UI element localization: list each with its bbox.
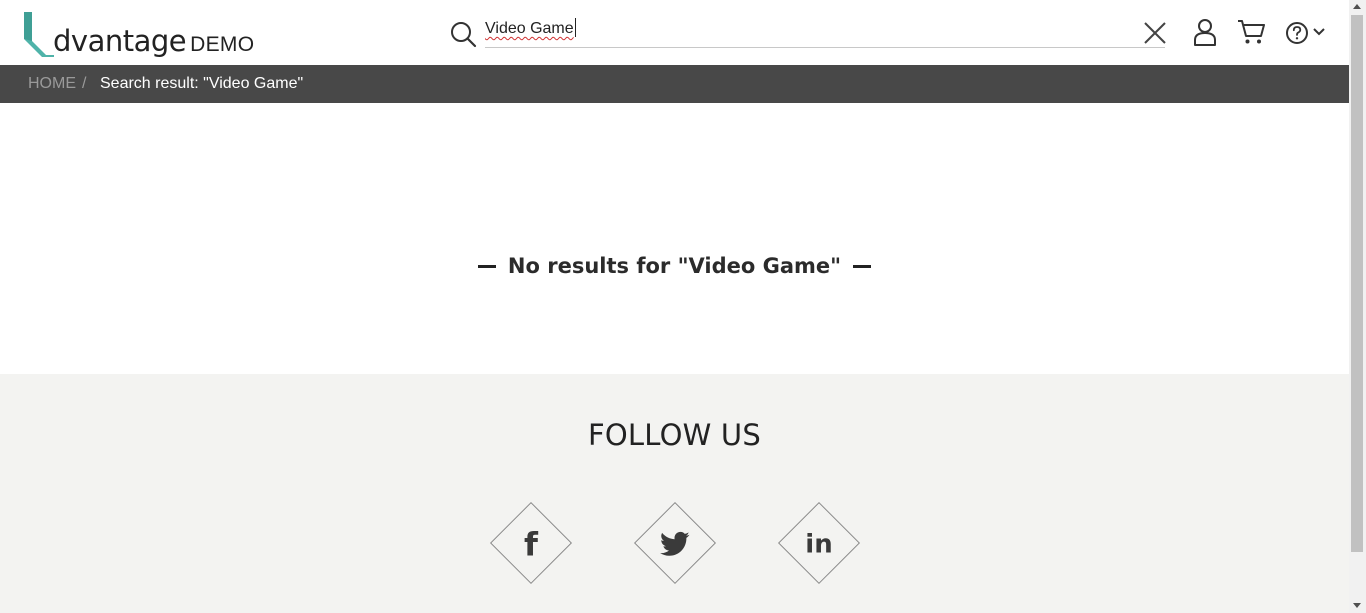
follow-us-title: FOLLOW US	[588, 418, 761, 452]
search-input[interactable]: Video Game	[485, 14, 1165, 48]
breadcrumb-home-link[interactable]: HOME	[28, 75, 76, 93]
close-icon[interactable]	[1143, 21, 1167, 45]
search-input-text[interactable]: Video Game	[485, 18, 1125, 42]
scroll-up-arrow-icon[interactable]	[1353, 4, 1361, 9]
right-dash	[853, 264, 872, 268]
scroll-thumb[interactable]	[1351, 15, 1363, 552]
facebook-icon: f	[502, 515, 560, 573]
footer: FOLLOW US f in	[0, 374, 1349, 613]
facebook-link[interactable]: f	[489, 501, 573, 585]
left-dash	[477, 264, 496, 268]
page: dvantage DEMO Video Game HOME / Search r…	[0, 0, 1349, 613]
logo-word: dvantage	[53, 24, 187, 58]
twitter-bird-icon	[646, 515, 704, 573]
text-caret	[574, 18, 576, 37]
help-icon[interactable]	[1285, 21, 1309, 45]
breadcrumb-separator: /	[82, 75, 87, 92]
cart-icon[interactable]	[1237, 19, 1265, 45]
facebook-glyph: f	[524, 525, 538, 564]
linkedin-link[interactable]: in	[777, 501, 861, 585]
chevron-down-icon[interactable]	[1312, 27, 1326, 37]
logo-suffix: DEMO	[190, 33, 255, 56]
search-icon[interactable]	[449, 20, 477, 48]
linkedin-glyph: in	[805, 529, 833, 560]
scroll-down-arrow-icon[interactable]	[1353, 603, 1361, 608]
no-results-message: No results for "Video Game"	[0, 254, 1349, 278]
logo-mark-icon	[24, 12, 54, 57]
no-results-text: No results for "Video Game"	[507, 254, 842, 278]
no-results-inner: No results for "Video Game"	[477, 254, 872, 278]
twitter-link[interactable]	[633, 501, 717, 585]
linkedin-icon: in	[790, 515, 848, 573]
site-header: dvantage DEMO Video Game	[0, 0, 1349, 65]
twitter-bird-svg	[660, 531, 690, 556]
advantage-logo[interactable]: dvantage DEMO	[22, 9, 254, 57]
vertical-scrollbar[interactable]	[1349, 0, 1366, 613]
search-input-value: Video Game	[485, 20, 574, 37]
breadcrumb: HOME / Search result: "Video Game"	[0, 65, 1349, 103]
breadcrumb-current: Search result: "Video Game"	[100, 75, 304, 92]
user-icon[interactable]	[1192, 18, 1218, 46]
